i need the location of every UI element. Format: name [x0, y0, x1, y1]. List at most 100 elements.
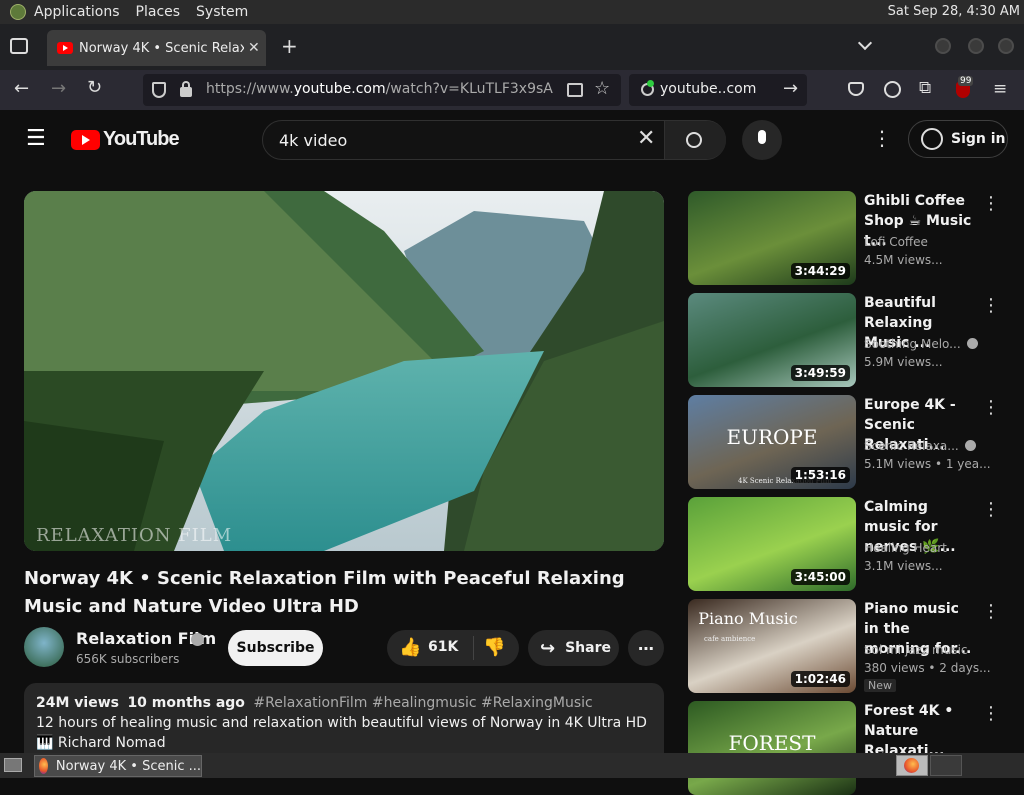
forward-arrow-icon[interactable]: →: [51, 78, 66, 99]
recommendation-channel-name: Sol mi jazz music: [864, 643, 968, 657]
tab-list-chevron-icon[interactable]: [857, 35, 873, 51]
recommendation-thumbnail[interactable]: EUROPE 4K Scenic Relaxation Film 1:53:16: [688, 395, 856, 489]
microphone-icon[interactable]: [758, 130, 766, 144]
recommendation-channel[interactable]: Lofi Coffee: [864, 235, 984, 249]
thumbnail-overlay-text: FOREST: [728, 731, 816, 755]
sign-in-label: Sign in: [951, 131, 1006, 147]
subscribe-label: Subscribe: [236, 640, 315, 656]
clock[interactable]: Sat Sep 28, 4:30 AM: [888, 4, 1020, 19]
more-vert-icon[interactable]: ⋮: [982, 193, 1000, 214]
taskbar-task-firefox[interactable]: Norway 4K • Scenic ...: [34, 755, 202, 777]
youtube-search-box[interactable]: 4k video ✕: [262, 120, 726, 160]
recommendation-item[interactable]: Piano Music cafe ambience 1:02:46 Piano mus…: [688, 599, 1004, 693]
video-title: Norway 4K • Scenic Relaxation Film with …: [24, 568, 625, 617]
recommendation-thumbnail[interactable]: Piano Music cafe ambience 1:02:46: [688, 599, 856, 693]
video-player[interactable]: RELAXATION FILM: [24, 191, 664, 551]
recommendation-title[interactable]: Forest 4K • Nature Relaxati...: [864, 701, 976, 761]
search-icon[interactable]: [686, 132, 702, 148]
url-prefix: https://www.: [206, 81, 294, 97]
thumbnail-overlay-text: EUROPE: [726, 425, 818, 449]
more-options-icon[interactable]: ⋮: [872, 126, 892, 150]
browser-nav-bar: ← → ↻ https://www.youtube.com/watch?v=KL…: [0, 70, 1024, 110]
thumbs-up-icon[interactable]: 👍: [399, 637, 421, 658]
account-icon[interactable]: [884, 81, 901, 98]
recommendation-item[interactable]: FOREST Forest 4K • Nature Relaxati... ⋮: [688, 701, 1004, 795]
more-actions-button[interactable]: ⋯: [628, 630, 664, 666]
channel-avatar[interactable]: [24, 627, 64, 667]
more-vert-icon[interactable]: ⋮: [982, 397, 1000, 418]
maximize-window-icon[interactable]: [968, 38, 984, 54]
more-vert-icon[interactable]: ⋮: [982, 499, 1000, 520]
url-bar[interactable]: https://www.youtube.com/watch?v=KLuTLF3x…: [143, 74, 621, 106]
recommendation-thumbnail[interactable]: 3:49:59: [688, 293, 856, 387]
hamburger-menu-icon[interactable]: ≡: [993, 79, 1007, 99]
account-circle-icon: [921, 128, 943, 150]
youtube-logo[interactable]: YouTube: [71, 128, 180, 151]
recommendation-channel[interactable]: Scenic Relaxa...: [864, 439, 984, 453]
hashtags[interactable]: #RelaxationFilm #healingmusic #RelaxingM…: [253, 695, 592, 711]
youtube-logo-text: YouTube: [103, 128, 180, 150]
recommendation-channel[interactable]: Sol mi jazz music: [864, 643, 984, 657]
browser-tab-strip: Norway 4K • Scenic Relaxati ✕ +: [0, 24, 1024, 70]
url-text[interactable]: https://www.youtube.com/watch?v=KLuTLF3x…: [206, 81, 553, 97]
description-box[interactable]: 24M views 10 months ago #RelaxationFilm …: [24, 683, 664, 753]
firefox-icon: [39, 758, 48, 774]
recommendation-views: 5.1M views • 1 yea...: [864, 457, 991, 471]
recommendation-views: 380 views • 2 days...: [864, 661, 991, 675]
recommendation-channel[interactable]: Healing Heart: [864, 541, 984, 555]
share-label: Share: [565, 640, 611, 656]
close-window-icon[interactable]: [998, 38, 1014, 54]
workspace-firefox-icon: [904, 758, 919, 773]
recommendation-item[interactable]: 3:45:00 Calming music for nerves 🌿... ⋮ Hea…: [688, 497, 1004, 591]
clear-search-icon[interactable]: ✕: [637, 126, 655, 151]
share-arrow-icon: ↪: [540, 637, 556, 659]
search-input[interactable]: 4k video: [279, 131, 347, 150]
menu-applications[interactable]: Applications: [34, 4, 120, 20]
description-author-line: 🎹 Richard Nomad: [36, 735, 166, 751]
recommendation-item[interactable]: 3:44:29 Ghibli Coffee Shop ☕ Music t... ⋮ L…: [688, 191, 1004, 285]
os-logo-icon[interactable]: [10, 4, 26, 20]
minimize-window-icon[interactable]: [935, 38, 951, 54]
tab-youtube[interactable]: Norway 4K • Scenic Relaxati ✕: [47, 30, 266, 66]
bookmark-star-icon[interactable]: ☆: [594, 78, 610, 99]
recommendation-thumbnail[interactable]: FOREST: [688, 701, 856, 795]
more-vert-icon[interactable]: ⋮: [982, 703, 1000, 724]
show-desktop-icon[interactable]: [4, 758, 22, 772]
guide-menu-icon[interactable]: ☰: [26, 128, 46, 150]
back-arrow-icon[interactable]: ←: [14, 78, 29, 99]
recommendation-views: 3.1M views...: [864, 559, 943, 573]
sign-in-button[interactable]: Sign in: [908, 120, 1008, 158]
go-arrow-icon[interactable]: →: [783, 78, 798, 99]
url-domain: youtube.com: [293, 81, 386, 97]
new-badge: New: [864, 679, 896, 692]
close-tab-icon[interactable]: ✕: [248, 40, 260, 56]
extension-badge: 99: [958, 76, 974, 86]
subscribe-button[interactable]: Subscribe: [228, 630, 323, 666]
menu-places[interactable]: Places: [136, 4, 181, 20]
recommendation-thumbnail[interactable]: 3:45:00: [688, 497, 856, 591]
menu-system[interactable]: System: [196, 4, 248, 20]
more-vert-icon[interactable]: ⋮: [982, 295, 1000, 316]
tab-overview-icon[interactable]: [10, 38, 28, 54]
like-count: 61K: [428, 639, 459, 655]
video-duration: 1:02:46: [790, 671, 850, 687]
more-vert-icon[interactable]: ⋮: [982, 601, 1000, 622]
search-engine-box[interactable]: youtube..com →: [629, 74, 807, 106]
pocket-icon[interactable]: [848, 82, 864, 96]
new-tab-icon[interactable]: +: [281, 34, 298, 58]
extensions-puzzle-icon[interactable]: ⧉: [919, 78, 931, 98]
thumbs-down-icon[interactable]: 👎: [483, 637, 505, 658]
share-button[interactable]: ↪ Share: [528, 630, 619, 666]
recommendation-item[interactable]: EUROPE 4K Scenic Relaxation Film 1:53:16 Eu…: [688, 395, 1004, 489]
reload-icon[interactable]: ↻: [87, 77, 102, 98]
recommendation-thumbnail[interactable]: 3:44:29: [688, 191, 856, 285]
desktop-top-bar: Applications Places System Sat Sep 28, 4…: [0, 0, 1024, 24]
recommendation-item[interactable]: 3:49:59 Beautiful Relaxing Music ... ⋮ Soot…: [688, 293, 1004, 387]
recommendation-channel[interactable]: Soothing Melo...: [864, 337, 984, 351]
reader-view-icon[interactable]: [567, 83, 583, 97]
workspace-2[interactable]: [930, 755, 962, 776]
view-count: 24M views: [36, 695, 119, 711]
shield-icon[interactable]: [152, 82, 166, 98]
upload-age: 10 months ago: [127, 695, 245, 711]
video-frame-scenery: [24, 191, 664, 551]
